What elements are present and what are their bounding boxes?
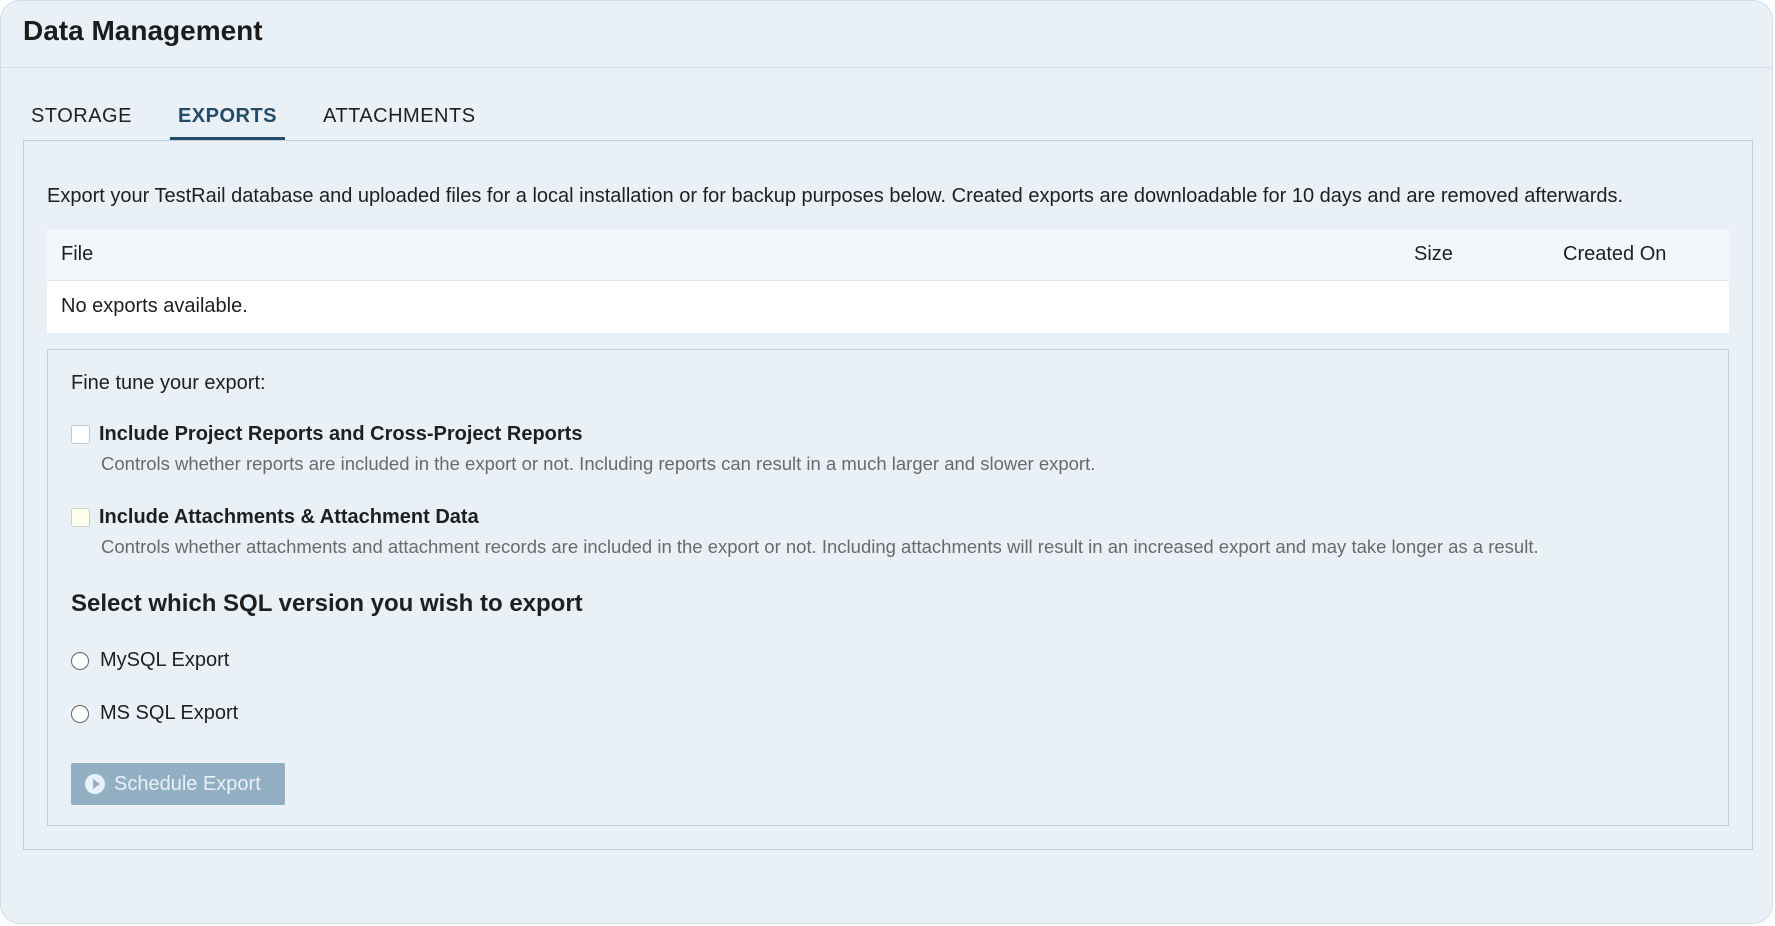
column-header-created-on: Created On xyxy=(1563,243,1667,265)
exports-table: File Size Created On No exports availabl… xyxy=(47,229,1729,333)
mssql-option[interactable]: MS SQL Export xyxy=(71,702,238,725)
tab-exports[interactable]: EXPORTS xyxy=(169,97,286,141)
column-header-size: Size xyxy=(1414,243,1453,265)
column-header-file: File xyxy=(61,243,94,265)
page-title: Data Management xyxy=(23,15,263,46)
play-circle-icon xyxy=(85,774,105,794)
reports-checkbox[interactable] xyxy=(71,425,90,444)
mysql-option[interactable]: MySQL Export xyxy=(71,649,229,672)
tab-storage[interactable]: STORAGE xyxy=(23,97,140,141)
exports-description: Export your TestRail database and upload… xyxy=(47,185,1624,207)
attachments-checkbox-label[interactable]: Include Attachments & Attachment Data xyxy=(99,506,479,529)
schedule-export-label: Schedule Export xyxy=(114,772,261,795)
sql-version-heading: Select which SQL version you wish to exp… xyxy=(71,590,583,617)
tab-attachments[interactable]: ATTACHMENTS xyxy=(315,97,484,141)
schedule-export-button[interactable]: Schedule Export xyxy=(71,763,285,805)
mysql-radio-label[interactable]: MySQL Export xyxy=(100,649,229,672)
empty-table-message: No exports available. xyxy=(61,295,248,317)
mysql-radio[interactable] xyxy=(71,651,89,670)
tab-bar: STORAGE EXPORTS ATTACHMENTS xyxy=(23,97,514,141)
attachments-checkbox[interactable] xyxy=(71,508,90,527)
mssql-radio[interactable] xyxy=(71,704,89,723)
options-title: Fine tune your export: xyxy=(71,372,266,394)
data-management-window: Data Management STORAGE EXPORTS ATTACHME… xyxy=(0,0,1773,924)
reports-option[interactable]: Include Project Reports and Cross-Projec… xyxy=(71,423,582,446)
table-header: File Size Created On xyxy=(47,229,1729,281)
exports-panel: Export your TestRail database and upload… xyxy=(23,140,1753,850)
mssql-radio-label[interactable]: MS SQL Export xyxy=(100,702,238,725)
export-options-box: Fine tune your export: Include Project R… xyxy=(47,349,1729,826)
reports-description: Controls whether reports are included in… xyxy=(101,453,1096,474)
reports-checkbox-label[interactable]: Include Project Reports and Cross-Projec… xyxy=(99,423,582,446)
attachments-option[interactable]: Include Attachments & Attachment Data xyxy=(71,506,479,529)
table-row: No exports available. xyxy=(47,281,1729,333)
page-header: Data Management xyxy=(1,1,1772,68)
attachments-description: Controls whether attachments and attachm… xyxy=(101,536,1539,557)
